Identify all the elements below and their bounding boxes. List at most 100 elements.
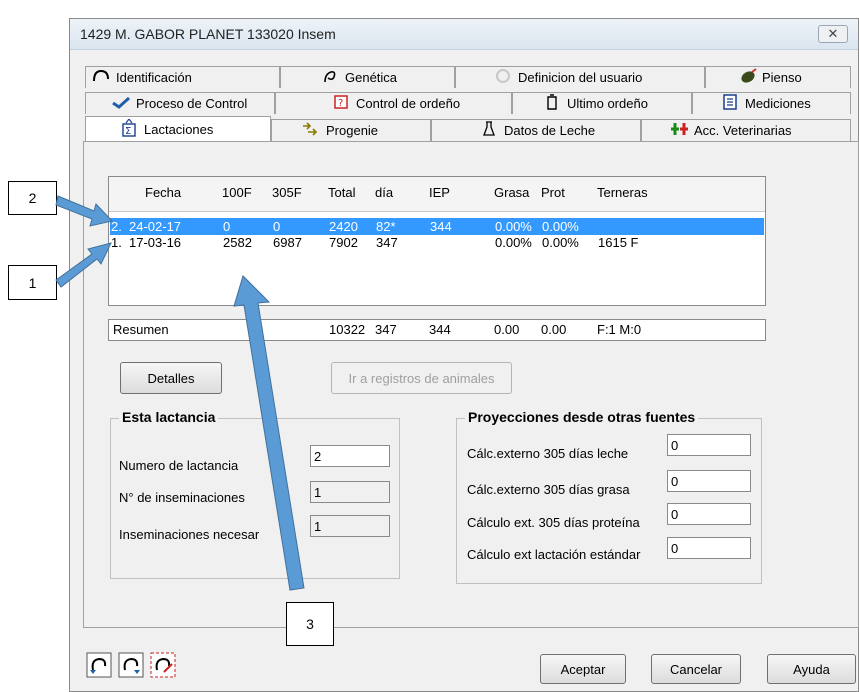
field-label: Cálculo ext lactación estándar xyxy=(467,547,641,562)
cell-prot: 0.00% xyxy=(542,235,579,250)
tab-label: Genética xyxy=(345,70,398,85)
lactations-icon: Σ xyxy=(120,117,138,140)
tab-proceso-control[interactable]: Proceso de Control xyxy=(85,92,275,114)
edit-icon[interactable] xyxy=(150,652,176,678)
summary-prot: 0.00 xyxy=(541,322,567,337)
svg-text:Σ: Σ xyxy=(125,126,131,137)
cell-total: 2420 xyxy=(329,219,358,234)
summary-dia: 347 xyxy=(375,322,397,337)
tab-ultimo-ordeno[interactable]: Ultimo ordeño xyxy=(512,92,692,114)
summary-terneras: F:1 M:0 xyxy=(597,322,642,337)
field-label: Cálc.externo 305 días leche xyxy=(467,446,629,461)
column-header: Fecha xyxy=(145,185,182,200)
tab-label: Lactaciones xyxy=(144,121,214,137)
callout-number: 1 xyxy=(28,274,37,291)
feed-icon xyxy=(738,68,757,87)
veterinary-icon xyxy=(670,121,688,140)
cell-fecha: 24-02-17 xyxy=(129,219,182,234)
details-button[interactable]: Detalles xyxy=(120,362,222,394)
accept-label: Aceptar xyxy=(560,661,606,677)
summary-row: Resumen 10322 347 344 0.00 0.00 F:1 M:0 xyxy=(108,319,766,341)
close-button[interactable]: ✕ xyxy=(818,25,848,43)
column-header: 305F xyxy=(272,185,302,200)
cell-prot: 0.00% xyxy=(542,219,579,234)
cell-total: 7902 xyxy=(329,235,358,250)
milk-data-icon xyxy=(480,121,498,140)
tab-identificacion[interactable]: Identificación xyxy=(85,66,280,88)
tab-label: Definicion del usuario xyxy=(518,70,643,85)
tab-acc-veterinarias[interactable]: Acc. Veterinarias xyxy=(641,119,851,141)
go-records-label: Ir a registros de animales xyxy=(348,370,495,386)
tab-label: Identificación xyxy=(116,70,192,85)
cell-dia: 347 xyxy=(376,235,398,250)
accept-button[interactable]: Aceptar xyxy=(540,654,626,684)
cell-iep: 344 xyxy=(430,219,452,234)
cell-305f: 6987 xyxy=(273,235,302,250)
field-label: Cálculo ext. 305 días proteína xyxy=(467,515,640,530)
tab-mediciones[interactable]: Mediciones xyxy=(692,92,851,114)
summary-total: 10322 xyxy=(329,322,366,337)
tab-pienso[interactable]: Pienso xyxy=(705,66,851,88)
cell-305f: 0 xyxy=(273,219,281,234)
column-header: Grasa xyxy=(494,185,530,200)
identification-icon xyxy=(92,69,110,86)
summary-label: Resumen xyxy=(113,322,169,337)
callout-2: 2 xyxy=(8,181,57,215)
tab-progenie[interactable]: Progenie xyxy=(271,119,431,141)
external-305-fat-input[interactable] xyxy=(667,470,751,492)
tab-datos-leche[interactable]: Datos de Leche xyxy=(431,119,641,141)
title-bar: 1429 M. GABOR PLANET 133020 Insem ✕ xyxy=(70,19,858,50)
tab-label: Proceso de Control xyxy=(136,96,248,111)
projections-group: Proyecciones desde otras fuentes Cálc.ex… xyxy=(456,409,762,584)
column-header: Total xyxy=(328,185,356,200)
cancel-label: Cancelar xyxy=(669,661,723,677)
tab-definicion-usuario[interactable]: Definicion del usuario xyxy=(455,66,705,88)
table-row[interactable]: 2. 24-02-17 0 0 2420 82* 344 0.00% 0.00% xyxy=(110,218,764,235)
callout-3: 3 xyxy=(286,602,334,646)
close-icon: ✕ xyxy=(827,26,839,41)
help-button[interactable]: Ayuda xyxy=(767,654,856,684)
list-header: Fecha 100F 305F Total día IEP Grasa Prot… xyxy=(109,177,765,212)
lactation-number-input[interactable] xyxy=(310,445,390,467)
table-row[interactable]: 1. 17-03-16 2582 6987 7902 347 0.00% 0.0… xyxy=(110,234,764,251)
tab-control-ordeno[interactable]: ? Control de ordeño xyxy=(275,92,512,114)
tab-lactaciones[interactable]: Σ Lactaciones xyxy=(85,116,271,141)
tab-label: Mediciones xyxy=(745,96,811,111)
field-label: Cálc.externo 305 días grasa xyxy=(467,482,630,497)
user-definition-icon xyxy=(494,68,512,87)
callout-number: 2 xyxy=(28,190,37,206)
tab-label: Pienso xyxy=(762,70,802,85)
tab-label: Ultimo ordeño xyxy=(567,96,648,111)
column-header: Terneras xyxy=(597,185,648,200)
summary-grasa: 0.00 xyxy=(494,322,520,337)
callout-1: 1 xyxy=(8,265,57,300)
column-header: IEP xyxy=(429,185,450,200)
external-305-milk-input[interactable] xyxy=(667,434,751,456)
go-to-animal-records-button[interactable]: Ir a registros de animales xyxy=(331,362,512,394)
cell-dia: 82* xyxy=(376,219,396,234)
help-label: Ayuda xyxy=(793,661,830,677)
window-title: 1429 M. GABOR PLANET 133020 Insem xyxy=(80,26,336,42)
summary-iep: 344 xyxy=(429,322,451,337)
group-title: Proyecciones desde otras fuentes xyxy=(465,409,699,425)
field-label: Inseminaciones necesar xyxy=(119,527,260,542)
required-inseminations-field xyxy=(310,515,390,537)
tab-genetica[interactable]: Genética xyxy=(280,66,455,88)
lactation-list[interactable]: Fecha 100F 305F Total día IEP Grasa Prot… xyxy=(108,176,766,306)
navigate-forward-icon[interactable] xyxy=(118,652,144,678)
measurements-icon xyxy=(721,94,739,113)
column-header: Prot xyxy=(541,185,565,200)
field-label: Numero de lactancia xyxy=(119,458,239,473)
cancel-button[interactable]: Cancelar xyxy=(651,654,741,684)
progeny-icon xyxy=(302,122,320,139)
external-standard-lactation-input[interactable] xyxy=(667,537,751,559)
cell-100f: 2582 xyxy=(223,235,252,250)
cell-grasa: 0.00% xyxy=(495,219,532,234)
cell-100f: 0 xyxy=(223,219,231,234)
external-305-protein-input[interactable] xyxy=(667,503,751,525)
details-label: Detalles xyxy=(147,370,195,386)
callout-number: 3 xyxy=(306,616,314,632)
navigate-back-icon[interactable] xyxy=(86,652,112,678)
column-header: 100F xyxy=(222,185,252,200)
genetics-icon xyxy=(321,68,339,87)
